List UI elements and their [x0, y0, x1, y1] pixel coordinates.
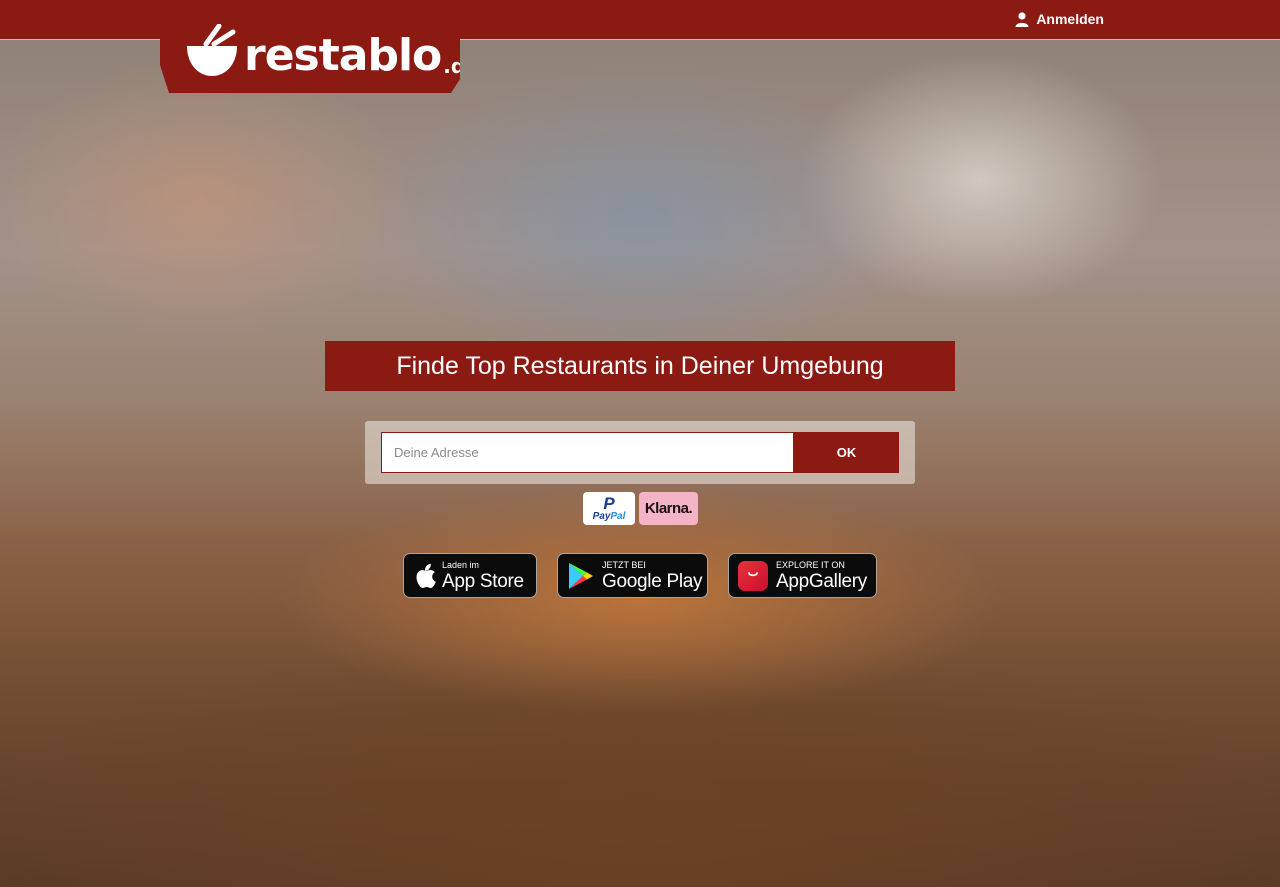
google-play-big-text: Google Play: [602, 570, 703, 592]
google-play-badge[interactable]: JETZT BEI Google Play: [557, 553, 708, 598]
app-store-badges: Laden im App Store JETZT BEI Google Play…: [403, 553, 878, 598]
paypal-text-pay: Pay: [592, 511, 611, 522]
ok-button[interactable]: OK: [794, 432, 899, 473]
app-store-big-text: App Store: [442, 570, 524, 592]
logo-wordmark: restablo: [244, 30, 442, 81]
bowl-icon: [187, 24, 237, 76]
app-store-small-text: Laden im: [442, 559, 480, 570]
user-icon: [1015, 12, 1029, 27]
klarna-logo: Klarna.: [639, 492, 698, 525]
paypal-mark: P: [603, 494, 615, 513]
payment-methods: P PayPal Klarna.: [583, 492, 698, 525]
app-gallery-big-text: AppGallery: [776, 570, 867, 592]
app-store-badge[interactable]: Laden im App Store: [403, 553, 537, 598]
app-gallery-small-text: EXPLORE IT ON: [776, 559, 845, 570]
address-input[interactable]: [381, 432, 794, 473]
shopping-bag-icon: [748, 571, 758, 576]
logo[interactable]: restablo .de: [160, 0, 460, 93]
hero-headline: Finde Top Restaurants in Deiner Umgebung: [325, 341, 955, 391]
google-play-small-text: JETZT BEI: [602, 559, 646, 570]
paypal-logo: P PayPal: [583, 492, 635, 525]
huawei-appgallery-icon: [738, 560, 768, 591]
login-label: Anmelden: [1036, 11, 1104, 27]
paypal-text-pal: Pal: [610, 511, 626, 522]
logo-tld: .de: [443, 54, 479, 78]
google-play-icon: [569, 562, 593, 589]
app-gallery-badge[interactable]: EXPLORE IT ON AppGallery: [728, 553, 877, 598]
search-panel: OK: [365, 421, 915, 484]
login-link[interactable]: Anmelden: [1014, 11, 1104, 27]
apple-icon: [416, 563, 436, 588]
